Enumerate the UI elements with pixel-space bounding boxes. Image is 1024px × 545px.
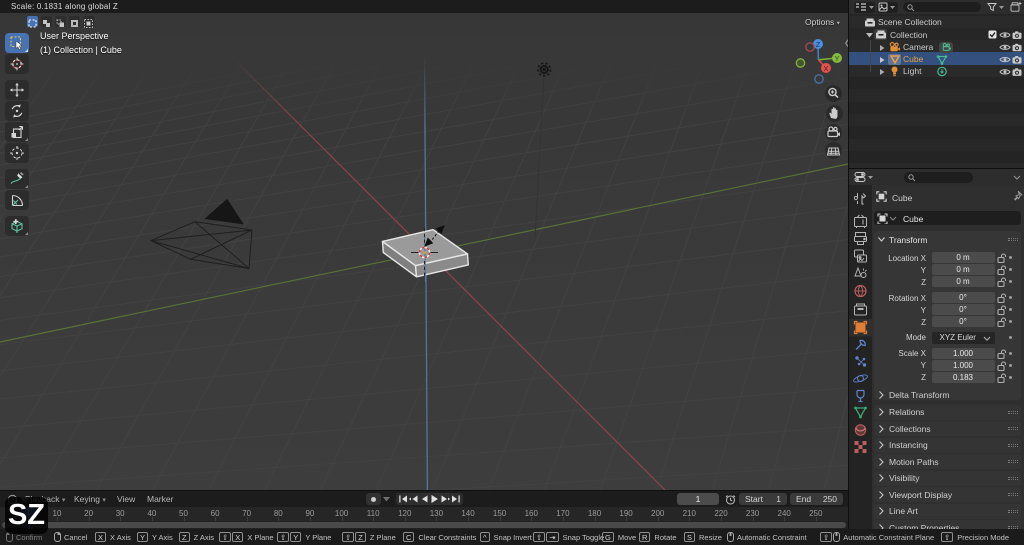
svg-text:Z: Z [816,40,821,49]
svg-text:X: X [823,64,828,73]
svg-text:Y: Y [834,54,839,63]
